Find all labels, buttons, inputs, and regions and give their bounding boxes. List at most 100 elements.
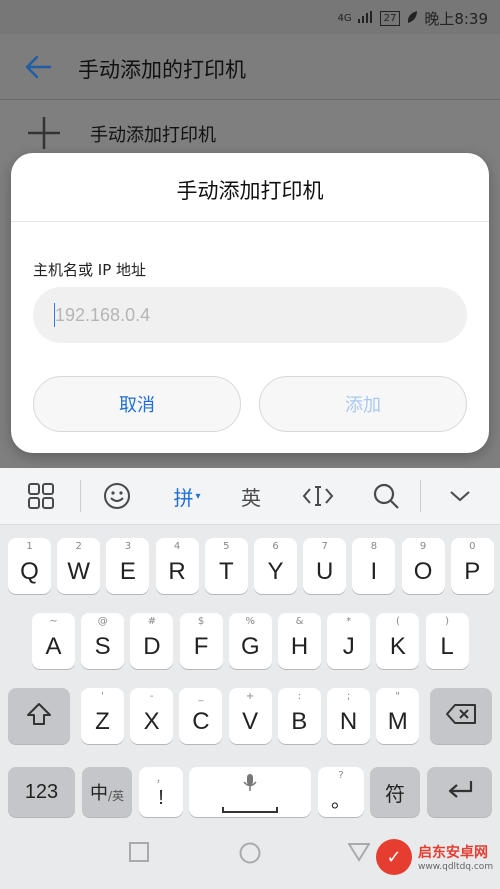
- period-key-hint: ?: [338, 770, 344, 781]
- key-m[interactable]: " M: [376, 688, 420, 744]
- key-letter: F: [193, 633, 209, 660]
- pinyin-mode-label: 拼: [173, 485, 194, 510]
- key-letter: N: [339, 708, 358, 735]
- key-w[interactable]: 2W: [57, 538, 101, 594]
- key-k[interactable]: (K: [376, 613, 420, 669]
- key-d[interactable]: # D: [130, 613, 174, 669]
- period-key-label: 。: [331, 789, 351, 812]
- key-hint: 1: [26, 541, 33, 552]
- key-letter: E: [119, 558, 136, 585]
- language-key-sub: /英: [107, 788, 125, 803]
- search-icon[interactable]: [366, 478, 406, 514]
- key-p[interactable]: 0P: [450, 538, 494, 594]
- key-b[interactable]: :B: [277, 688, 321, 744]
- back-triangle-icon[interactable]: [347, 842, 371, 866]
- status-bar: 4G 27 晚上8:39: [0, 0, 500, 34]
- key-letter: R: [168, 558, 186, 585]
- numbers-key-label: 123: [24, 780, 59, 803]
- numbers-key[interactable]: 123: [8, 767, 75, 817]
- key-letter: U: [316, 558, 334, 585]
- key-y[interactable]: 6Y: [254, 538, 297, 594]
- punctuation-key[interactable]: ， !: [139, 767, 183, 817]
- key-r[interactable]: 4R: [155, 538, 199, 594]
- key-letter: Y: [267, 558, 284, 585]
- key-u[interactable]: 7U: [303, 538, 347, 594]
- key-hint: 2: [75, 541, 82, 552]
- key-letter: J: [342, 633, 355, 660]
- punctuation-key-hint: ，: [156, 774, 166, 785]
- back-arrow-icon[interactable]: [22, 50, 56, 84]
- shift-key[interactable]: [8, 688, 70, 744]
- key-l[interactable]: ) L: [425, 613, 469, 669]
- english-mode-button[interactable]: 英: [232, 478, 270, 514]
- delete-key[interactable]: [430, 688, 492, 744]
- watermark-url: www.qdltdq.com: [418, 862, 494, 872]
- page-title: 手动添加的打印机: [78, 58, 246, 82]
- key-a[interactable]: ~ A: [32, 613, 75, 669]
- microphone-icon: [242, 773, 258, 797]
- key-f[interactable]: $ F: [179, 613, 223, 669]
- enter-icon: [445, 779, 475, 805]
- language-switch-key[interactable]: 中 /英: [82, 767, 132, 817]
- key-letter: V: [242, 708, 259, 735]
- key-o[interactable]: 9O: [401, 538, 445, 594]
- host-field-container: [33, 287, 467, 343]
- add-printer-row[interactable]: 手动添加打印机: [0, 101, 500, 161]
- space-key[interactable]: [189, 767, 311, 817]
- key-letter: Z: [95, 708, 110, 735]
- key-hint: 0: [469, 541, 476, 552]
- key-g[interactable]: % G: [228, 613, 272, 669]
- key-hint: ~: [49, 616, 58, 627]
- key-hint: *: [346, 616, 352, 627]
- host-ip-input[interactable]: [55, 287, 445, 343]
- key-c[interactable]: _ C: [179, 688, 223, 744]
- key-letter: P: [464, 558, 481, 585]
- signal-indicator: 4G: [337, 13, 352, 24]
- key-z[interactable]: ' Z: [81, 688, 124, 744]
- key-hint: 7: [321, 541, 328, 552]
- key-hint: @: [97, 616, 108, 627]
- dialog-divider: [11, 221, 489, 222]
- cursor-move-icon[interactable]: [298, 478, 338, 514]
- add-printer-label: 手动添加打印机: [90, 125, 216, 146]
- symbols-key-label: 符: [385, 783, 405, 806]
- period-key[interactable]: ? 。: [318, 767, 364, 817]
- language-key-main: 中: [89, 783, 108, 803]
- hide-keyboard-chevron-icon[interactable]: [440, 478, 480, 514]
- key-x[interactable]: -X: [130, 688, 174, 744]
- key-s[interactable]: @ S: [81, 613, 125, 669]
- key-n[interactable]: ; N: [327, 688, 370, 744]
- key-hint: 5: [223, 541, 230, 552]
- key-hint: #: [147, 616, 157, 627]
- key-e[interactable]: 3E: [106, 538, 150, 594]
- add-button[interactable]: 添加: [259, 376, 467, 432]
- grid-menu-icon[interactable]: [22, 478, 60, 514]
- pinyin-mode-button[interactable]: 拼 ▾: [162, 478, 212, 514]
- cancel-button[interactable]: 取消: [33, 376, 241, 432]
- key-hint: ): [445, 616, 450, 627]
- plus-icon: [26, 115, 62, 151]
- toolbar-divider: [80, 480, 81, 512]
- key-letter: H: [290, 633, 309, 660]
- recents-square-icon[interactable]: [129, 842, 149, 866]
- home-circle-icon[interactable]: [239, 842, 261, 868]
- add-printer-dialog: 手动添加打印机 主机名或 IP 地址 取消 添加: [11, 153, 489, 453]
- symbols-key[interactable]: 符: [370, 767, 420, 817]
- key-hint: 4: [173, 541, 181, 552]
- delete-icon: [445, 703, 477, 729]
- key-v[interactable]: + V: [228, 688, 272, 744]
- key-t[interactable]: 5T: [204, 538, 248, 594]
- key-letter: D: [143, 633, 161, 660]
- key-q[interactable]: 1Q: [8, 538, 51, 594]
- enter-key[interactable]: [427, 767, 492, 817]
- emoji-icon[interactable]: [98, 478, 136, 514]
- key-j[interactable]: * J: [327, 613, 371, 669]
- key-i[interactable]: 8I: [352, 538, 396, 594]
- key-letter: O: [413, 558, 433, 585]
- key-hint: 6: [272, 541, 279, 552]
- key-hint: 3: [124, 541, 132, 552]
- key-letter: T: [218, 558, 234, 585]
- space-bar-icon: [222, 799, 278, 818]
- key-letter: W: [67, 558, 91, 585]
- key-h[interactable]: & H: [278, 613, 321, 669]
